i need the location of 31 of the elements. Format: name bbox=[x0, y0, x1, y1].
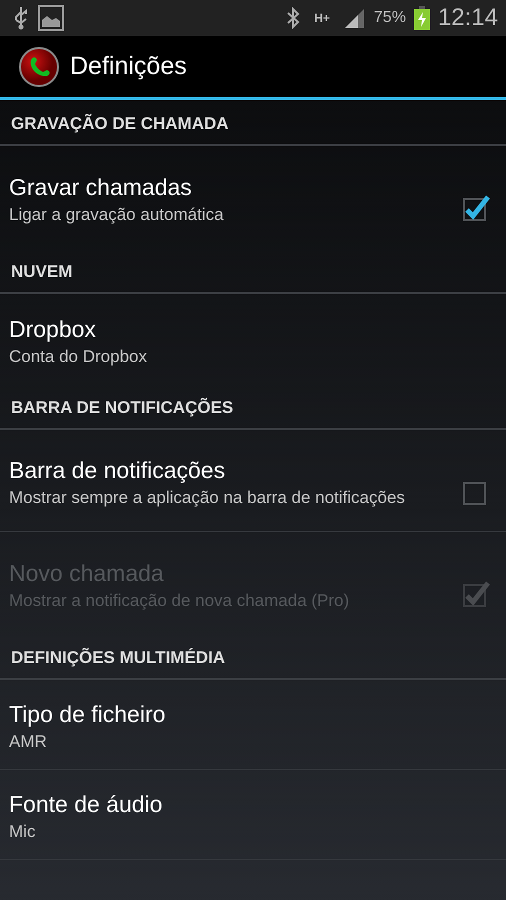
bluetooth-icon bbox=[286, 7, 300, 29]
item-summary: Ligar a gravação automática bbox=[9, 204, 225, 224]
phone-app-icon bbox=[18, 46, 60, 88]
settings-item[interactable]: Tipo de ficheiro AMR bbox=[0, 680, 506, 770]
item-title: Barra de notificações bbox=[9, 457, 226, 484]
usb-icon bbox=[12, 6, 30, 30]
signal-icon bbox=[344, 7, 366, 29]
item-summary: Mostrar a notificação de nova chamada (Pro) bbox=[9, 590, 350, 610]
image-icon bbox=[38, 5, 64, 31]
item-summary: AMR bbox=[9, 732, 48, 752]
screen-title: Definições bbox=[70, 52, 187, 81]
section-header: GRAVAÇÃO DE CHAMADA bbox=[0, 100, 506, 146]
battery-charging-icon bbox=[414, 6, 430, 30]
clock: 12:14 bbox=[438, 4, 498, 32]
item-summary: Conta do Dropbox bbox=[9, 346, 148, 366]
section-header: DEFINIÇÕES MULTIMÉDIA bbox=[0, 634, 506, 680]
item-title: Fonte de áudio bbox=[9, 791, 164, 818]
item-summary: Mic bbox=[9, 822, 36, 842]
settings-item[interactable]: Gravar chamadas Ligar a gravação automática bbox=[0, 146, 506, 248]
item-title: Novo chamada bbox=[9, 560, 165, 586]
item-title: Tipo de ficheiro bbox=[9, 701, 166, 728]
section-header: NUVEM bbox=[0, 248, 506, 294]
item-title: Gravar chamadas bbox=[9, 174, 193, 200]
settings-item[interactable]: Barra de notificações Mostrar sempre a aplicação na barra de notificações bbox=[0, 430, 506, 532]
section-header: BARRA DE NOTIFICAÇÕES bbox=[0, 384, 506, 430]
item-title: Dropbox bbox=[9, 316, 97, 342]
item-summary: Mostrar sempre a aplicação na barra de notificações bbox=[9, 488, 406, 508]
battery-percent: 75% bbox=[374, 9, 406, 27]
network-type: H+ bbox=[314, 11, 330, 25]
settings-item[interactable]: Dropbox Conta do Dropbox bbox=[0, 294, 506, 384]
settings-item[interactable]: Fonte de áudio Mic bbox=[0, 770, 506, 860]
